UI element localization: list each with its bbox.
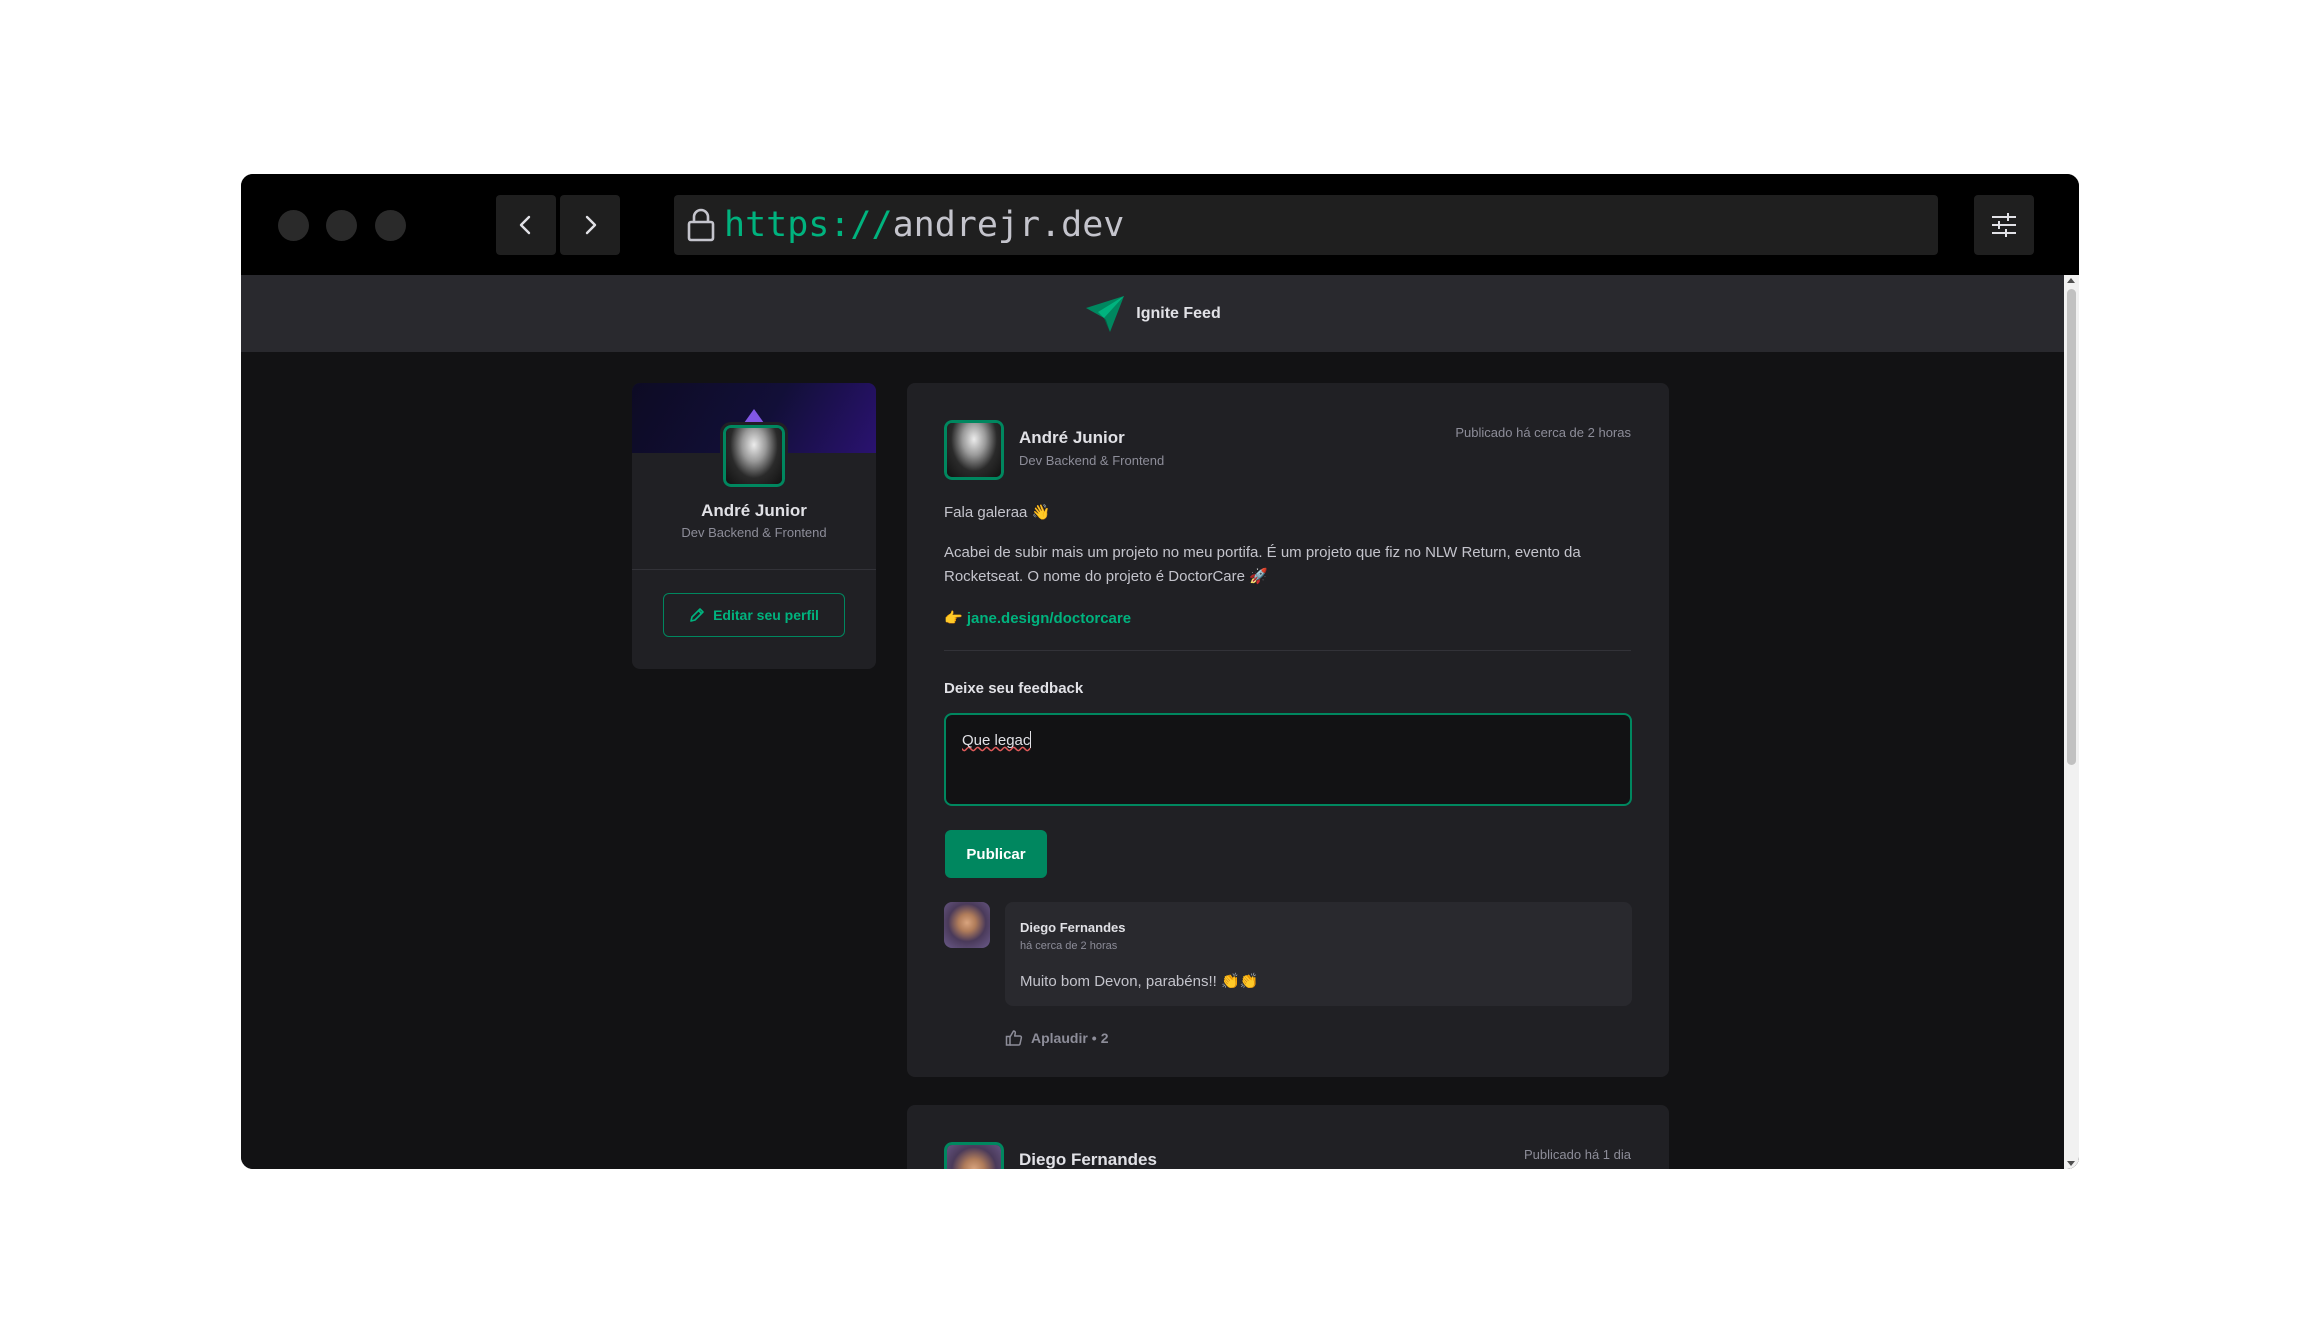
back-button[interactable] bbox=[496, 195, 556, 255]
post-greeting: Fala galeraa 👋 bbox=[944, 504, 1051, 521]
applaud-separator: • bbox=[1091, 1030, 1097, 1046]
post-card: André Junior Dev Backend & Frontend Publ… bbox=[907, 383, 1669, 1077]
profile-sidebar: André Junior Dev Backend & Frontend Edit… bbox=[632, 383, 876, 669]
feedback-textarea[interactable]: Que legac bbox=[944, 713, 1632, 806]
url-host: andrejr.dev bbox=[892, 205, 1125, 245]
feedback-title: Deixe seu feedback bbox=[944, 680, 1084, 697]
scroll-down-arrow-icon[interactable] bbox=[2067, 1161, 2075, 1166]
chevron-left-icon bbox=[519, 215, 531, 235]
scrollbar-thumb[interactable] bbox=[2067, 289, 2076, 765]
applaud-button[interactable]: Aplaudir • 2 bbox=[1005, 1029, 1108, 1047]
post-card: Diego Fernandes Publicado há 1 dia bbox=[907, 1105, 1669, 1169]
post-body-line-2: Rocketseat. O nome do projeto é DoctorCa… bbox=[944, 568, 1268, 585]
applaud-count: 2 bbox=[1100, 1030, 1109, 1046]
post-author-avatar[interactable] bbox=[941, 417, 1007, 483]
chevron-right-icon bbox=[585, 215, 597, 235]
post-author-name[interactable]: Diego Fernandes bbox=[1019, 1150, 1157, 1169]
ignite-logo-icon bbox=[1086, 295, 1125, 332]
forward-button[interactable] bbox=[560, 195, 620, 255]
publish-button[interactable]: Publicar bbox=[945, 830, 1047, 878]
post-body-line-1: Acabei de subir mais um projeto no meu p… bbox=[944, 544, 1581, 561]
comment-author-name[interactable]: Diego Fernandes bbox=[1020, 920, 1125, 935]
comment-text: Muito bom Devon, parabéns!! 👏👏 bbox=[1020, 973, 1259, 990]
comment-time: há cerca de 2 horas bbox=[1020, 940, 1118, 952]
page-viewport: Ignite Feed André Junior Dev Backend & F… bbox=[241, 275, 2079, 1169]
edit-profile-label: Editar seu perfil bbox=[713, 607, 819, 623]
window-maximize-dot[interactable] bbox=[375, 210, 406, 241]
post-author-role: Dev Backend & Frontend bbox=[1019, 453, 1165, 468]
post-link[interactable]: jane.design/doctorcare bbox=[967, 610, 1131, 627]
text-cursor bbox=[1030, 731, 1032, 748]
post-author-avatar[interactable] bbox=[941, 1139, 1007, 1169]
browser-toolbar: https://andrejr.dev bbox=[241, 174, 2079, 275]
settings-button[interactable] bbox=[1974, 195, 2034, 255]
profile-avatar[interactable] bbox=[720, 422, 788, 490]
pointing-hand-emoji: 👉 bbox=[944, 610, 963, 627]
app-title: Ignite Feed bbox=[1136, 304, 1221, 322]
sliders-icon bbox=[1992, 213, 2016, 237]
pencil-icon bbox=[690, 608, 704, 622]
page-scrollbar[interactable] bbox=[2064, 275, 2079, 1169]
address-bar[interactable]: https://andrejr.dev bbox=[674, 195, 1938, 255]
window-close-dot[interactable] bbox=[278, 210, 309, 241]
profile-role: Dev Backend & Frontend bbox=[681, 525, 827, 540]
feedback-text: Que legac bbox=[962, 732, 1031, 749]
comment-author-avatar[interactable] bbox=[944, 902, 990, 948]
post-published-time: Publicado há cerca de 2 horas bbox=[1455, 425, 1631, 440]
post-author-name[interactable]: André Junior bbox=[1019, 428, 1125, 448]
post-divider bbox=[944, 650, 1631, 651]
thumbs-up-icon bbox=[1005, 1030, 1023, 1046]
window-minimize-dot[interactable] bbox=[326, 210, 357, 241]
edit-profile-button[interactable]: Editar seu perfil bbox=[663, 593, 845, 637]
applaud-label: Aplaudir bbox=[1031, 1030, 1088, 1046]
lock-icon bbox=[687, 208, 715, 242]
sidebar-divider bbox=[632, 569, 876, 570]
scroll-up-arrow-icon[interactable] bbox=[2067, 278, 2075, 283]
url-protocol: https:// bbox=[724, 205, 893, 245]
cover-decoration bbox=[744, 409, 764, 423]
comment-box: Diego Fernandes há cerca de 2 horas Muit… bbox=[1005, 902, 1632, 1006]
post-link-line: 👉 jane.design/doctorcare bbox=[944, 609, 1131, 627]
app-header: Ignite Feed bbox=[241, 275, 2064, 352]
profile-name: André Junior bbox=[701, 501, 807, 520]
post-published-time: Publicado há 1 dia bbox=[1524, 1147, 1631, 1162]
browser-window: https://andrejr.dev Ignite Feed André Ju… bbox=[241, 174, 2079, 1169]
